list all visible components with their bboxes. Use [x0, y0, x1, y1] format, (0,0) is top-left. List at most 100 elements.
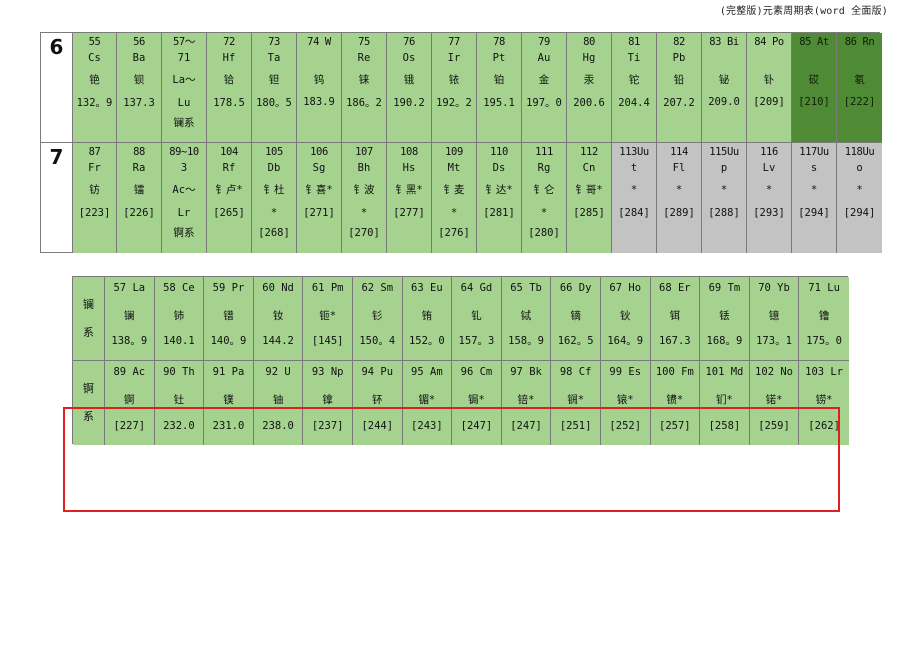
- element-number: 77: [448, 36, 460, 48]
- element-name: 钫: [89, 184, 100, 196]
- element-number-symbol: 102 No: [755, 366, 793, 378]
- element-cell: 78 Pt 铂 195.1: [477, 33, 522, 143]
- f-element-cell: 59 Pr 镨 140。9: [204, 277, 254, 361]
- element-extra: [280]: [528, 227, 560, 239]
- element-number: 57～: [173, 36, 195, 48]
- f-element-cell: 64 Gd 钆 157。3: [452, 277, 502, 361]
- element-weight: [289]: [663, 206, 695, 219]
- element-name: 钅达*: [485, 184, 513, 196]
- element-name: 镨: [223, 310, 234, 322]
- element-cell: 85 At 砹 [210]: [792, 33, 837, 143]
- element-name: 镧: [124, 310, 135, 322]
- series-label-char: 系: [83, 325, 94, 339]
- element-number-symbol: 57 La: [113, 282, 146, 294]
- element-weight: 200.6: [573, 96, 605, 109]
- element-name: 金: [538, 74, 550, 86]
- element-cell: 113Uu t * [284]: [612, 143, 657, 253]
- element-weight: 140。9: [210, 335, 247, 347]
- f-element-cell: 65 Tb 铽 158。9: [501, 277, 552, 361]
- element-name: 铋: [718, 73, 730, 86]
- element-number: 115Uu: [709, 146, 739, 158]
- element-cell: 81 Ti 铊 204.4: [612, 33, 657, 143]
- periodic-table-rows-6-7: 6 55 Cs 铯 132。9 56 Ba 钡 137.3 57～ 71 La～ Lu 镧系 72 Hf 铪 17…: [40, 32, 882, 253]
- element-number: 78: [493, 36, 505, 48]
- element-weight: 140.1: [163, 335, 195, 347]
- f-element-cell: 62 Sm 钐 150。4: [352, 277, 403, 361]
- element-name: 铽: [520, 310, 532, 322]
- element-weight: 162。5: [557, 335, 594, 347]
- element-extra: [268]: [258, 227, 290, 239]
- element-cell: 77 Ir 铱 192。2: [432, 33, 477, 143]
- f-element-cell: 61 Pm 钷* [145]: [303, 277, 353, 361]
- element-name: 镥: [818, 310, 830, 322]
- element-name: 钅喜*: [305, 184, 333, 196]
- element-cell: 117Uu s * [294]: [792, 143, 837, 253]
- element-number: 87: [88, 146, 101, 158]
- element-number: 80: [583, 36, 595, 48]
- element-symbol: Ba: [132, 51, 146, 64]
- element-symbol: t: [630, 161, 638, 174]
- element-number-symbol: 63 Eu: [411, 282, 443, 294]
- element-symbol: Fl: [672, 161, 686, 174]
- element-cell: 79 Au 金 197。0: [522, 33, 567, 143]
- element-weight: 167.3: [659, 335, 691, 347]
- element-symbol: Fr: [88, 161, 101, 174]
- element-weight: 144.2: [262, 335, 294, 347]
- element-weight: [285]: [573, 206, 605, 219]
- element-name: 钅黑*: [395, 184, 423, 196]
- element-cell: 106 Sg 钅喜* [271]: [297, 143, 342, 253]
- element-symbol: o: [856, 161, 863, 174]
- element-weight: *: [450, 206, 458, 219]
- element-cell: 116 Lv * [293]: [747, 143, 792, 253]
- element-name: 钬: [619, 310, 631, 322]
- element-extra: [276]: [438, 227, 470, 239]
- element-number-symbol: 89 Ac: [113, 366, 146, 378]
- element-name: 镱: [768, 310, 780, 322]
- element-cell: 110 Ds 钅达* [281]: [477, 143, 522, 253]
- element-number-symbol: 99 Es: [609, 366, 642, 378]
- element-number: 55: [88, 36, 101, 48]
- element-number: 75: [358, 36, 370, 48]
- element-symbol: Au: [537, 51, 551, 64]
- element-number: 89~10: [169, 146, 199, 158]
- element-weight: 173。1: [756, 335, 792, 347]
- f-element-cell: 68 Er 铒 167.3: [650, 277, 701, 361]
- element-symbol: Db: [267, 161, 281, 174]
- element-extra: 锕系: [173, 227, 195, 239]
- element-symbol: [837, 51, 882, 66]
- element-cell: 73 Ta 钽 180。5: [252, 33, 297, 143]
- element-cell: 107 Bh 钅波 * [270]: [342, 143, 387, 253]
- element-number: 114: [670, 146, 688, 158]
- element-weight: [277]: [393, 206, 425, 219]
- element-number-symbol: 97 Bk: [510, 366, 542, 378]
- element-number: 56: [133, 36, 145, 48]
- element-weight: [288]: [708, 206, 740, 219]
- element-weight: 178.5: [213, 96, 245, 109]
- f-element-cell: 58 Ce 铈 140.1: [154, 277, 205, 361]
- element-number-symbol: 65 Tb: [510, 282, 542, 294]
- element-cell: 57～ 71 La～ Lu 镧系: [162, 33, 207, 143]
- element-name: 钨: [313, 73, 325, 86]
- element-weight: [293]: [753, 206, 785, 219]
- element-number-symbol: 58 Ce: [163, 282, 195, 294]
- series-label-char: 锕: [83, 382, 94, 395]
- element-number: 86 Rn: [844, 36, 875, 48]
- element-symbol: Hf: [222, 51, 236, 64]
- element-weight: 180。5: [256, 96, 292, 109]
- element-number: 105: [265, 146, 283, 158]
- element-number: 113Uu: [619, 146, 649, 158]
- element-weight: *: [360, 206, 368, 219]
- element-name: 钅麦: [443, 184, 465, 196]
- element-cell: 108 Hs 钅黑* [277]: [387, 143, 432, 253]
- f-element-cell: 57 La 镧 138。9: [105, 277, 155, 361]
- element-cell: 55 Cs 铯 132。9: [73, 33, 117, 143]
- element-number: 104: [220, 146, 238, 158]
- element-weight: 209.0: [708, 96, 740, 108]
- element-name: 钅波: [353, 184, 375, 196]
- element-name: La～: [172, 74, 196, 86]
- element-name: 汞: [583, 74, 595, 86]
- element-number: 107: [355, 146, 373, 158]
- element-weight: 190.2: [393, 96, 425, 109]
- element-number-symbol: 71 Lu: [808, 282, 840, 294]
- element-number-symbol: 61 Pm: [311, 282, 344, 294]
